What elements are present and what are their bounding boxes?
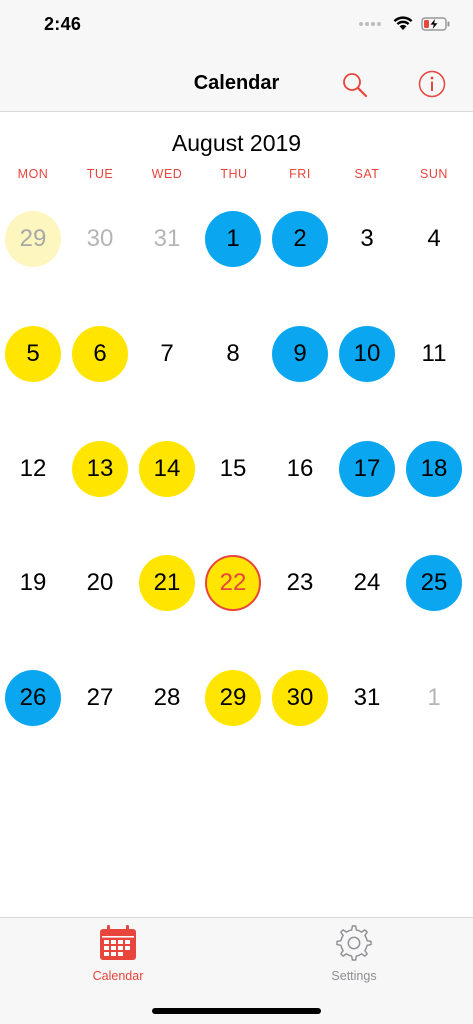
tab-calendar-label: Calendar <box>92 969 144 983</box>
calendar-day[interactable]: 18 <box>406 441 462 497</box>
calendar-day[interactable]: 4 <box>406 211 462 267</box>
calendar-day[interactable]: 17 <box>339 441 395 497</box>
tab-settings-label: Settings <box>331 969 377 983</box>
calendar-day[interactable]: 31 <box>339 670 395 726</box>
calendar-day[interactable]: 29 <box>5 211 61 267</box>
calendar-day[interactable]: 25 <box>406 555 462 611</box>
calendar-day[interactable]: 19 <box>5 555 61 611</box>
calendar-day[interactable]: 12 <box>5 441 61 497</box>
calendar-day[interactable]: 21 <box>139 555 195 611</box>
gear-icon <box>336 925 372 961</box>
calendar-day[interactable]: 10 <box>339 326 395 382</box>
calendar-day[interactable]: 6 <box>72 326 128 382</box>
calendar-day[interactable]: 20 <box>72 555 128 611</box>
calendar-icon <box>100 925 136 960</box>
tab-settings[interactable]: Settings <box>294 924 414 983</box>
tab-calendar[interactable]: Calendar <box>58 924 178 983</box>
home-indicator <box>152 1008 321 1014</box>
calendar-day[interactable]: 31 <box>139 211 195 267</box>
calendar-day[interactable]: 30 <box>272 670 328 726</box>
calendar-day[interactable]: 2 <box>272 211 328 267</box>
calendar-day[interactable]: 23 <box>272 555 328 611</box>
calendar-day[interactable]: 13 <box>72 441 128 497</box>
calendar-day[interactable]: 1 <box>205 211 261 267</box>
calendar-day[interactable]: 7 <box>139 326 195 382</box>
calendar-day[interactable]: 3 <box>339 211 395 267</box>
calendar-day[interactable]: 8 <box>205 326 261 382</box>
calendar-day[interactable]: 27 <box>72 670 128 726</box>
calendar-day[interactable]: 30 <box>72 211 128 267</box>
calendar-day[interactable]: 29 <box>205 670 261 726</box>
calendar-day-grid: 29 30 31 1 2 3 4 5 6 7 8 9 10 11 12 13 14 15 16 17 18 19 20 21 2… <box>0 0 473 760</box>
calendar-day[interactable]: 26 <box>5 670 61 726</box>
calendar-day[interactable]: 1 <box>406 670 462 726</box>
calendar-day-today[interactable]: 22 <box>205 555 261 611</box>
calendar-day[interactable]: 9 <box>272 326 328 382</box>
calendar-day[interactable]: 24 <box>339 555 395 611</box>
calendar-day[interactable]: 28 <box>139 670 195 726</box>
calendar-day[interactable]: 14 <box>139 441 195 497</box>
calendar-day[interactable]: 5 <box>5 326 61 382</box>
calendar-day[interactable]: 16 <box>272 441 328 497</box>
calendar-day[interactable]: 15 <box>205 441 261 497</box>
calendar-day[interactable]: 11 <box>406 326 462 382</box>
